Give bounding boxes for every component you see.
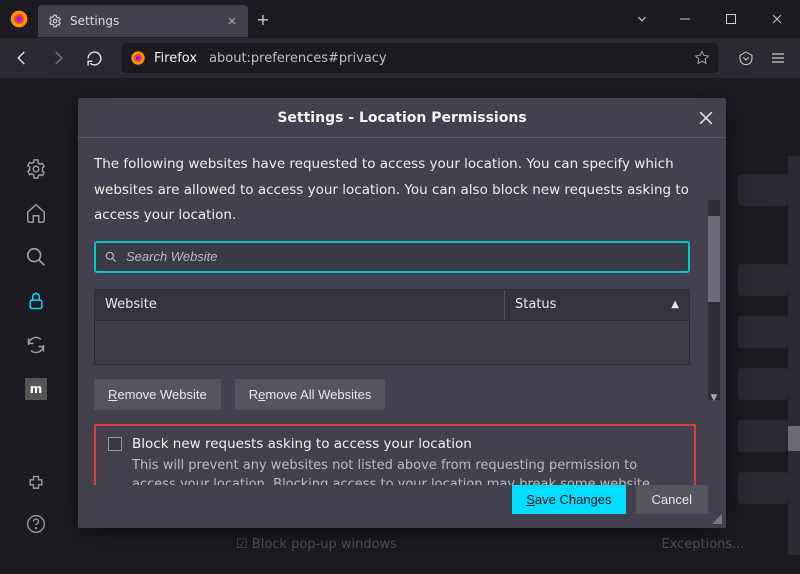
dialog-header: Settings - Location Permissions xyxy=(78,98,726,138)
location-permissions-dialog: Settings - Location Permissions ▲ ▼ The … xyxy=(78,98,726,528)
tabs-dropdown-button[interactable] xyxy=(622,12,662,26)
cancel-button[interactable]: Cancel xyxy=(636,485,708,514)
forward-button[interactable] xyxy=(42,42,74,74)
search-icon xyxy=(104,250,118,264)
bookmark-star-icon[interactable] xyxy=(694,50,710,66)
remove-website-button[interactable]: Remove Website xyxy=(94,379,221,410)
settings-sidebar: m xyxy=(0,158,72,400)
permissions-table-body xyxy=(94,321,690,365)
window-minimize-button[interactable] xyxy=(662,0,708,38)
app-menu-button[interactable] xyxy=(762,42,794,74)
sidebar-home-icon[interactable] xyxy=(25,202,47,224)
resize-handle[interactable] xyxy=(710,512,722,524)
pocket-button[interactable] xyxy=(730,42,762,74)
save-changes-button[interactable]: Save Changes xyxy=(512,485,625,514)
block-new-requests-section: Block new requests asking to access your… xyxy=(94,424,696,485)
search-website-input[interactable] xyxy=(126,249,680,264)
block-requests-checkbox[interactable] xyxy=(108,437,122,451)
sidebar-help-icon[interactable] xyxy=(25,513,47,535)
search-website-field[interactable] xyxy=(94,241,690,273)
url-bar[interactable]: Firefox about:preferences#privacy xyxy=(122,43,718,73)
sidebar-search-icon[interactable] xyxy=(25,246,47,268)
dialog-description: The following websites have requested to… xyxy=(94,152,704,229)
page-scrollbar-thumb[interactable] xyxy=(788,426,800,451)
col-website[interactable]: Website xyxy=(95,290,505,320)
titlebar: Settings + xyxy=(0,0,800,38)
page-scrollbar-track[interactable] xyxy=(788,156,800,555)
firefox-icon xyxy=(130,50,146,66)
back-button[interactable] xyxy=(6,42,38,74)
col-status[interactable]: Status ▲ xyxy=(505,290,689,320)
behind-text: ☑ Block pop-up windows Exceptions... xyxy=(236,537,745,552)
dialog-scrollbar-thumb[interactable] xyxy=(708,216,720,302)
nav-toolbar: Firefox about:preferences#privacy xyxy=(0,38,800,78)
reload-button[interactable] xyxy=(78,42,110,74)
sidebar-sync-icon[interactable] xyxy=(25,334,47,356)
dialog-close-button[interactable] xyxy=(696,108,716,128)
tab-title: Settings xyxy=(70,14,218,28)
window-maximize-button[interactable] xyxy=(708,0,754,38)
remove-all-websites-button[interactable]: Remove All Websites xyxy=(235,379,386,410)
window-close-button[interactable] xyxy=(754,0,800,38)
behind-content xyxy=(738,174,788,574)
dialog-scroll-down[interactable]: ▼ xyxy=(708,392,720,404)
sidebar-privacy-icon[interactable] xyxy=(25,290,47,312)
browser-tab[interactable]: Settings xyxy=(38,5,248,37)
sidebar-general-icon[interactable] xyxy=(25,158,47,180)
permissions-table-header: Website Status ▲ xyxy=(94,289,690,321)
block-requests-label: Block new requests asking to access your… xyxy=(132,436,472,452)
block-requests-description: This will prevent any websites not liste… xyxy=(132,456,682,485)
identity-label: Firefox xyxy=(154,51,197,66)
new-tab-button[interactable]: + xyxy=(248,10,278,29)
gear-icon xyxy=(48,14,62,28)
close-icon[interactable] xyxy=(226,15,238,27)
dialog-title: Settings - Location Permissions xyxy=(277,110,526,126)
firefox-logo xyxy=(0,9,38,29)
url-text: about:preferences#privacy xyxy=(209,51,387,66)
sidebar-extensions-icon[interactable] xyxy=(25,473,47,495)
sort-icon: ▲ xyxy=(671,299,679,310)
sidebar-more-icon[interactable]: m xyxy=(25,378,47,400)
